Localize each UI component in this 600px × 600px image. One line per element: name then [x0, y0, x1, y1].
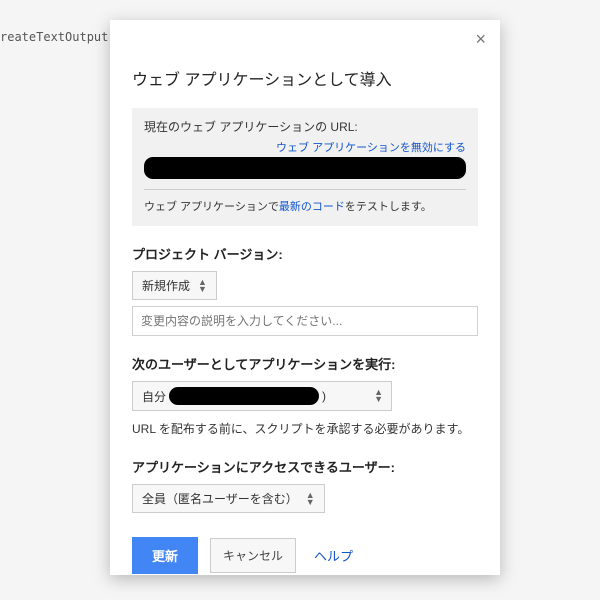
- dialog-title: ウェブ アプリケーションとして導入: [132, 66, 478, 90]
- access-selected: 全員（匿名ユーザーを含む）: [142, 490, 298, 507]
- select-arrows-icon: ▲▼: [198, 279, 207, 293]
- select-arrows-icon: ▲▼: [374, 389, 383, 403]
- current-url-label: 現在のウェブ アプリケーションの URL:: [144, 118, 466, 135]
- project-version-select[interactable]: 新規作成 ▲▼: [132, 271, 217, 300]
- run-as-note: URL を配布する前に、スクリプトを承認する必要があります。: [132, 419, 478, 439]
- dialog-button-row: 更新 キャンセル ヘルプ: [132, 537, 478, 574]
- help-link[interactable]: ヘルプ: [314, 546, 353, 565]
- run-as-select[interactable]: 自分 ) ▲▼: [132, 381, 392, 411]
- current-url-box: 現在のウェブ アプリケーションの URL: ウェブ アプリケーションを無効にする…: [132, 108, 478, 226]
- current-url-redacted: [144, 157, 466, 179]
- run-as-email-redacted: [169, 387, 319, 405]
- update-button[interactable]: 更新: [132, 537, 198, 574]
- test-latest-link[interactable]: 最新のコード: [279, 201, 345, 213]
- project-version-label: プロジェクト バージョン:: [132, 244, 478, 263]
- background-code-fragment: reateTextOutput: [0, 30, 108, 44]
- run-as-prefix: 自分: [142, 388, 166, 405]
- disable-webapp-row: ウェブ アプリケーションを無効にする: [144, 139, 466, 155]
- test-prefix: ウェブ アプリケーションで: [144, 201, 279, 213]
- project-version-selected: 新規作成: [142, 277, 190, 294]
- close-icon[interactable]: ×: [475, 30, 486, 48]
- access-select[interactable]: 全員（匿名ユーザーを含む） ▲▼: [132, 484, 325, 513]
- deploy-webapp-dialog: × ウェブ アプリケーションとして導入 現在のウェブ アプリケーションの URL…: [110, 20, 500, 575]
- select-arrows-icon: ▲▼: [306, 492, 315, 506]
- version-description-input[interactable]: [132, 306, 478, 336]
- test-latest-row: ウェブ アプリケーションで最新のコードをテストします。: [144, 198, 466, 214]
- disable-webapp-link[interactable]: ウェブ アプリケーションを無効にする: [276, 142, 466, 154]
- run-as-label: 次のユーザーとしてアプリケーションを実行:: [132, 354, 478, 373]
- cancel-button[interactable]: キャンセル: [210, 538, 296, 573]
- run-as-suffix: ): [322, 389, 326, 403]
- access-label: アプリケーションにアクセスできるユーザー:: [132, 457, 478, 476]
- url-divider: [144, 189, 466, 190]
- test-suffix: をテストします。: [345, 201, 432, 213]
